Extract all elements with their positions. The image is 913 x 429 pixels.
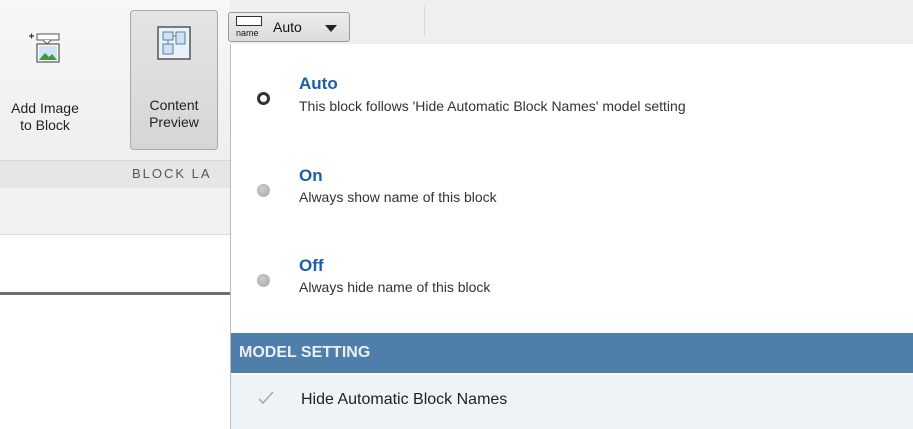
content-preview-icon [156,25,192,61]
option-description: This block follows 'Hide Automatic Block… [299,98,686,114]
add-image-label-line1: Add Image [11,100,79,116]
name-dropdown-value: Auto [273,19,302,35]
option-description: Always hide name of this block [299,279,491,295]
menu-option-off[interactable]: Off Always hide name of this block [231,238,913,318]
editor-toolstrip [0,188,230,235]
menu-option-auto[interactable]: Auto This block follows 'Hide Automatic … [231,44,913,124]
radio-unselected-icon [257,274,270,287]
checkmark-icon [257,389,275,407]
option-title: On [299,166,323,185]
add-image-label: Add Image to Block [2,100,88,134]
option-title: Auto [299,74,338,93]
chevron-down-icon [325,25,337,32]
add-image-to-block-button[interactable]: Add Image to Block [2,12,88,156]
name-display-menu: Auto This block follows 'Hide Automatic … [230,44,913,429]
block-name-display-dropdown[interactable]: name Auto [228,12,350,42]
content-preview-button[interactable]: Content Preview [130,10,218,150]
hide-automatic-block-names-item[interactable]: Hide Automatic Block Names [231,375,913,429]
content-preview-label: Content Preview [131,97,217,131]
radio-selected-icon [257,92,270,105]
name-icon: name [235,15,263,39]
model-setting-header: MODEL SETTING [231,333,913,373]
menu-option-on[interactable]: On Always show name of this block [231,148,913,228]
option-description: Always show name of this block [299,189,497,205]
content-preview-label-line1: Content [149,97,199,113]
add-image-label-line2: to Block [20,117,70,133]
ribbon-group-label: BLOCK LA [0,160,230,188]
canvas-divider [0,292,230,295]
radio-unselected-icon [257,184,270,197]
content-preview-label-line2: Preview [149,114,199,130]
option-title: Off [299,256,324,275]
name-icon-text: name [236,28,259,38]
model-setting-label: Hide Automatic Block Names [301,391,508,408]
add-image-icon [25,28,65,68]
